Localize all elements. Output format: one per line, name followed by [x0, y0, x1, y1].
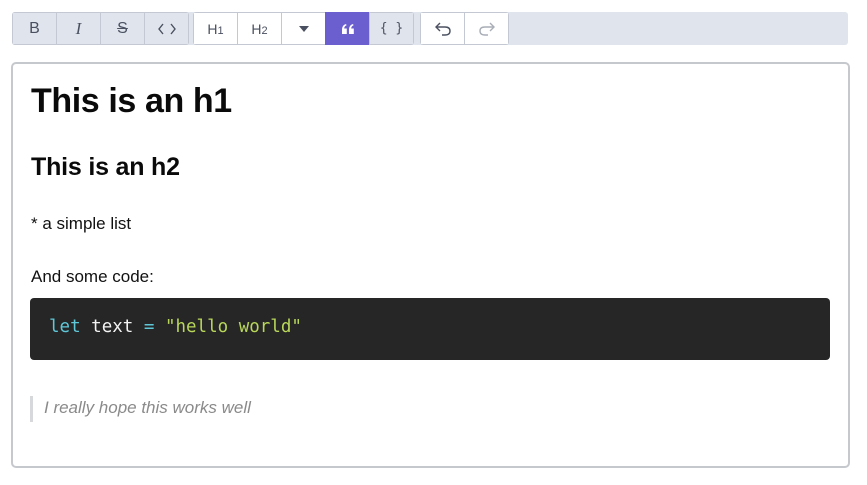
editor-content[interactable]: This is an h1 This is an h2 * a simple l…	[11, 62, 850, 468]
quote-icon	[341, 23, 354, 34]
heading-1-button[interactable]: H1	[193, 12, 238, 45]
code-block-button[interactable]: { }	[369, 12, 414, 45]
heading-2-icon: H2	[251, 20, 268, 37]
inline-format-group: B I S	[12, 12, 189, 45]
code-keyword: let	[49, 317, 81, 337]
heading-2: This is an h2	[31, 153, 180, 181]
strikethrough-button[interactable]: S	[100, 12, 145, 45]
italic-button[interactable]: I	[56, 12, 101, 45]
redo-icon	[478, 22, 495, 36]
undo-icon	[434, 22, 451, 36]
redo-button[interactable]	[464, 12, 509, 45]
code-string: "hello world"	[164, 317, 302, 337]
code-block-icon: { }	[379, 21, 404, 36]
strikethrough-icon: S	[117, 19, 128, 37]
blockquote-button[interactable]	[325, 12, 370, 45]
bold-icon: B	[29, 19, 40, 37]
code-block: let text = "hello world"	[30, 298, 830, 360]
inline-code-icon	[157, 23, 176, 34]
heading-group: H1 H2 { }	[193, 12, 414, 45]
bold-button[interactable]: B	[12, 12, 57, 45]
italic-icon: I	[75, 18, 82, 38]
code-identifier: text	[91, 317, 134, 337]
heading-1-icon: H1	[207, 20, 224, 37]
code-operator: =	[143, 317, 155, 337]
more-headings-button[interactable]	[281, 12, 326, 45]
heading-1: This is an h1	[31, 82, 232, 120]
editor-toolbar: B I S H1 H2 { }	[12, 12, 848, 45]
undo-button[interactable]	[420, 12, 465, 45]
code-intro-paragraph: And some code:	[31, 267, 154, 286]
blockquote: I really hope this works well	[30, 396, 251, 422]
list-line: * a simple list	[31, 214, 132, 233]
inline-code-button[interactable]	[144, 12, 189, 45]
heading-2-button[interactable]: H2	[237, 12, 282, 45]
history-group	[420, 12, 509, 45]
caret-down-icon	[298, 25, 309, 32]
